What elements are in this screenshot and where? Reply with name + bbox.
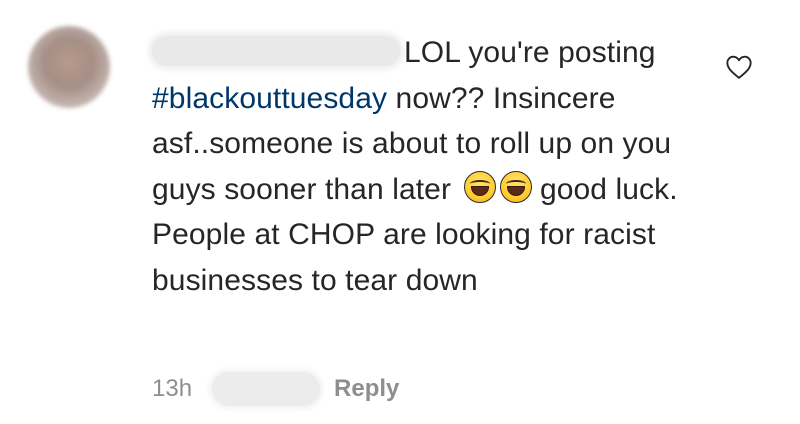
- likes-count-redacted[interactable]: [212, 372, 321, 406]
- comment-timestamp[interactable]: 13h: [152, 375, 192, 403]
- comment-body: LOL you're posting #blackouttuesday now?…: [152, 30, 712, 303]
- reply-button[interactable]: Reply: [334, 375, 399, 403]
- comment-meta: 13h Reply: [152, 372, 399, 406]
- username-redacted[interactable]: [152, 36, 400, 66]
- comment: LOL you're posting #blackouttuesday now?…: [0, 0, 800, 424]
- face-with-tears-of-joy-emoji: [499, 170, 532, 203]
- face-with-tears-of-joy-emoji: [463, 170, 496, 203]
- heart-outline-icon[interactable]: [725, 54, 753, 80]
- comment-text-start: LOL you're posting: [404, 36, 656, 69]
- avatar[interactable]: [28, 26, 110, 108]
- hashtag-link[interactable]: #blackouttuesday: [152, 82, 387, 115]
